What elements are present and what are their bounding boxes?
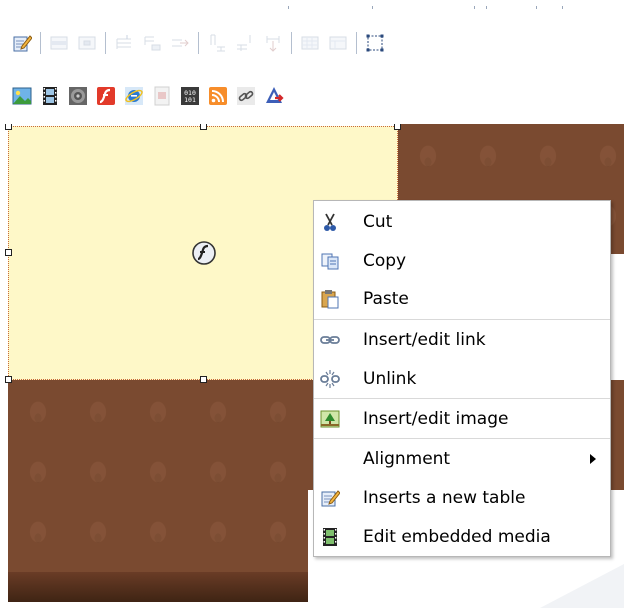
wood-background [8,380,308,602]
menu-label: Inserts a new table [363,488,526,508]
insert-binary-button[interactable]: 010 101 [176,82,204,110]
ie-icon [125,87,143,105]
context-menu: Cut Copy Paste Insert/edit link Unlink I… [313,200,611,557]
speaker-icon [69,87,87,105]
table-edit-icon [321,490,340,507]
table-cell-icon [78,36,96,50]
paste-icon [321,290,339,309]
link-icon [320,336,340,344]
binary-icon: 010 101 [181,87,199,105]
toolbar-separator [291,32,292,54]
menu-item-copy[interactable]: Copy [314,242,610,280]
menu-label: Paste [363,289,409,309]
resize-handle[interactable] [5,124,12,130]
insert-document-button[interactable] [148,82,176,110]
toolbar-separator [198,32,199,54]
split-cells-icon [301,36,319,50]
corner-decoration [540,564,624,608]
menu-label: Insert/edit image [363,409,509,429]
menu-separator [314,438,610,439]
menu-label: Edit embedded media [363,527,551,547]
menu-item-paste[interactable]: Paste [314,280,610,318]
film-icon [43,87,57,105]
delete-col-icon [266,36,280,52]
menu-item-insert-edit-link[interactable]: Insert/edit link [314,321,610,359]
menu-label: Insert/edit link [363,330,486,350]
table-row-props-button[interactable] [45,29,73,57]
toolbar-separator [40,32,41,54]
menu-item-edit-embedded-media[interactable]: Edit embedded media [314,518,610,556]
row-before-icon [116,35,131,49]
menu-item-alignment[interactable]: Alignment [314,440,610,478]
insert-row-after-button[interactable] [138,29,166,57]
insert-video-button[interactable] [36,82,64,110]
toolbar-separator [105,32,106,54]
rss-icon [209,87,227,105]
merge-cells-button[interactable] [324,29,352,57]
pencil-page-icon [13,35,32,52]
film-icon [323,528,337,546]
resize-handle[interactable] [200,124,207,130]
flash-icon [97,87,115,105]
insert-anchor-button[interactable] [260,82,288,110]
menu-label: Cut [363,212,393,232]
insert-flash-button[interactable] [92,82,120,110]
table-cell-props-button[interactable] [73,29,101,57]
unlink-icon [320,370,340,388]
table-row-icon [50,36,68,50]
col-before-icon [210,34,225,52]
submenu-arrow-icon [590,454,596,464]
menu-label: Alignment [363,449,451,469]
insert-col-after-button[interactable] [231,29,259,57]
toolbar-row-1 [8,27,389,59]
image-icon [320,410,340,428]
visual-aid-icon [366,34,384,52]
menu-label: Copy [363,251,407,271]
insert-row-before-button[interactable] [110,29,138,57]
resize-handle[interactable] [394,124,401,130]
svg-text:101: 101 [184,96,196,104]
toolbar-top-remnant [0,0,624,14]
image-icon [12,87,32,105]
insert-audio-button[interactable] [64,82,92,110]
table-shadow [8,572,308,602]
toolbar-row-2: 010 101 [8,80,288,112]
split-cells-button[interactable] [296,29,324,57]
toolbar-separator [356,32,357,54]
chain-link-icon [237,87,255,105]
resize-handle[interactable] [200,376,207,383]
insert-rss-button[interactable] [204,82,232,110]
resize-handle[interactable] [5,376,12,383]
col-after-icon [237,35,251,51]
visual-aid-button[interactable] [361,29,389,57]
insert-ie-button[interactable] [120,82,148,110]
insert-image-button[interactable] [8,82,36,110]
merge-cells-icon [329,36,347,50]
insert-link-button[interactable] [232,82,260,110]
menu-item-insert-edit-image[interactable]: Insert/edit image [314,400,610,438]
scissors-icon [324,213,336,231]
anchor-icon [266,87,284,103]
delete-row-icon [172,39,189,47]
edit-css-style-button[interactable] [8,29,36,57]
menu-item-cut[interactable]: Cut [314,203,610,241]
flash-placeholder-icon [192,241,216,265]
row-after-icon [144,36,161,51]
copy-icon [321,253,339,270]
delete-row-button[interactable] [166,29,194,57]
menu-item-unlink[interactable]: Unlink [314,360,610,398]
document-icon [154,86,170,106]
menu-separator [314,319,610,320]
menu-separator [314,398,610,399]
insert-col-before-button[interactable] [203,29,231,57]
delete-col-button[interactable] [259,29,287,57]
menu-label: Unlink [363,369,417,389]
menu-item-insert-table[interactable]: Inserts a new table [314,479,610,517]
resize-handle[interactable] [5,249,12,256]
